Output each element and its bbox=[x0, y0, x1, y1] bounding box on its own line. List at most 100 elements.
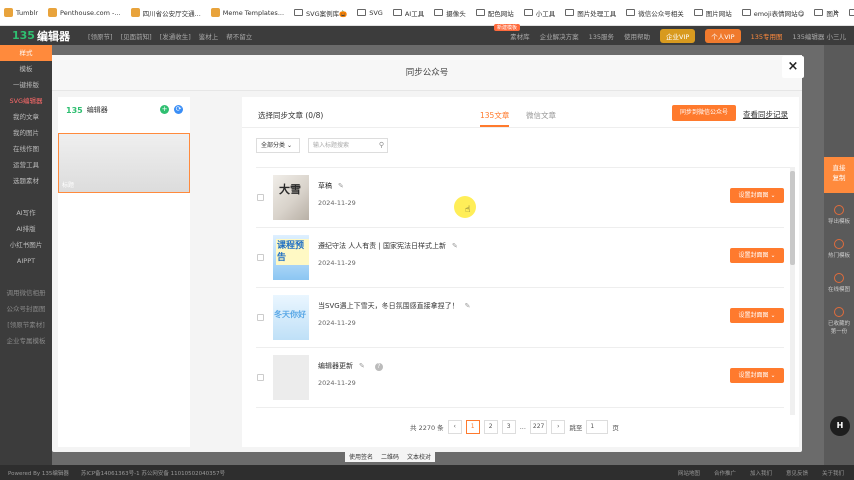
export-template-tool[interactable]: 导出模板 bbox=[824, 205, 854, 225]
help-icon[interactable]: ? bbox=[374, 363, 383, 371]
edit-icon[interactable]: ✎ bbox=[452, 242, 458, 250]
nav-item[interactable]: 一键排版 bbox=[0, 77, 52, 93]
icp-record[interactable]: 苏ICP备14061363号-1 苏公网安备 11010502040357号 bbox=[81, 469, 225, 477]
article-thumbnail: 大雪 bbox=[273, 175, 309, 220]
account-card[interactable]: 标题 bbox=[58, 133, 190, 193]
nav-item[interactable]: 公众号封面图 bbox=[0, 301, 52, 317]
nav-item[interactable]: 企业专属模板 bbox=[0, 333, 52, 349]
category-select[interactable]: 全部分类 ⌄ bbox=[256, 138, 300, 153]
user-name[interactable]: 135编辑器 小三儿 bbox=[793, 31, 846, 41]
top-link[interactable]: [领原节] bbox=[88, 31, 113, 41]
bookmark-item[interactable]: Penthouse.com -... bbox=[48, 8, 121, 17]
bookmark-item[interactable]: emoji表情网站😋 bbox=[741, 8, 804, 18]
favorites-tool[interactable]: 已收藏的 第一份 bbox=[824, 307, 854, 335]
top-link[interactable]: 帮不留立 bbox=[226, 31, 252, 41]
chevron-down-icon: ⌄ bbox=[286, 142, 292, 149]
bookmark-item[interactable]: 小工具 bbox=[523, 8, 555, 18]
signature-button[interactable]: 使用签名 bbox=[349, 452, 373, 461]
bookmark-item[interactable]: 四川省公安厅交通... bbox=[130, 8, 201, 18]
tab-135-articles[interactable]: 135文章 bbox=[480, 110, 510, 127]
personal-vip-button[interactable]: 个人VIP bbox=[705, 28, 741, 43]
special-image-link[interactable]: 135专用图 bbox=[751, 31, 783, 41]
services-link[interactable]: 135服务 bbox=[589, 31, 614, 41]
bookmark-item[interactable]: 图片网站 bbox=[693, 8, 732, 18]
help-link[interactable]: 使用帮助 bbox=[624, 31, 650, 41]
proofread-button[interactable]: 文本校对 bbox=[407, 452, 431, 461]
next-page-button[interactable]: › bbox=[551, 420, 566, 434]
nav-item[interactable]: 模板 bbox=[0, 61, 52, 77]
bookmark-item[interactable]: Meme Templates... bbox=[210, 8, 284, 17]
set-cover-button[interactable]: 设置封面图 ⌄ bbox=[730, 188, 784, 203]
bookmark-item[interactable]: 配色网站 bbox=[475, 8, 514, 18]
bookmark-item[interactable]: emoji bbox=[849, 9, 854, 17]
nav-item[interactable]: AI写作 bbox=[0, 205, 52, 221]
article-checkbox[interactable] bbox=[257, 314, 264, 321]
footer-link[interactable]: 网站地图 bbox=[678, 469, 700, 477]
top-link[interactable]: 鉴材上 bbox=[199, 31, 219, 41]
view-sync-records-link[interactable]: 查看同步记录 bbox=[743, 109, 788, 120]
tab-wechat-articles[interactable]: 微信文章 bbox=[526, 110, 556, 121]
nav-item[interactable]: 在线作图 bbox=[0, 141, 52, 157]
page-button[interactable]: 227 bbox=[529, 420, 548, 434]
prev-page-button[interactable]: ‹ bbox=[447, 420, 462, 434]
refresh-account-icon[interactable]: ⟳ bbox=[174, 105, 183, 114]
set-cover-button[interactable]: 设置封面图 ⌄ bbox=[730, 368, 784, 383]
bookmarks-more-button[interactable]: » bbox=[833, 7, 840, 18]
footer-link[interactable]: 加入我们 bbox=[750, 469, 772, 477]
enterprise-vip-button[interactable]: 企业VIP bbox=[660, 28, 696, 43]
close-modal-button[interactable]: × bbox=[782, 56, 804, 78]
page-button[interactable]: 2 bbox=[483, 420, 498, 434]
page-button[interactable]: 3 bbox=[501, 420, 516, 434]
edit-icon[interactable]: ✎ bbox=[359, 362, 365, 370]
footer-link[interactable]: 意见反馈 bbox=[786, 469, 808, 477]
bookmark-item[interactable]: SVG bbox=[357, 9, 383, 17]
footer-link[interactable]: 合作推广 bbox=[714, 469, 736, 477]
goto-page-input[interactable]: 1 bbox=[586, 420, 609, 434]
direct-copy-button[interactable]: 直接 复制 bbox=[824, 157, 854, 193]
edit-icon[interactable]: ✎ bbox=[338, 182, 344, 190]
footer-link[interactable]: 关于我们 bbox=[822, 469, 844, 477]
page-button[interactable]: 1 bbox=[465, 420, 480, 434]
floating-assistant-button[interactable]: H bbox=[830, 416, 850, 436]
article-checkbox[interactable] bbox=[257, 374, 264, 381]
top-link[interactable]: [见面前知] bbox=[121, 31, 152, 41]
set-cover-button[interactable]: 设置封面图 ⌄ bbox=[730, 248, 784, 263]
nav-item[interactable]: AIPPT bbox=[0, 253, 52, 269]
add-account-icon[interactable]: + bbox=[160, 105, 169, 114]
app-logo[interactable]: 135 编辑器 bbox=[0, 28, 82, 44]
article-checkbox[interactable] bbox=[257, 254, 264, 261]
online-image-tool[interactable]: 在线模图 bbox=[824, 273, 854, 293]
nav-item[interactable]: [领原节素材] bbox=[0, 317, 52, 333]
qrcode-button[interactable]: 二维码 bbox=[381, 452, 399, 461]
nav-item[interactable]: SVG编辑器 bbox=[0, 93, 52, 109]
nav-item[interactable]: 我的图片 bbox=[0, 125, 52, 141]
article-checkbox[interactable] bbox=[257, 194, 264, 201]
article-title: 遵纪守法 人人有责 | 国家宪法日样式上新 ✎ bbox=[318, 241, 458, 251]
top-link[interactable]: [发通收生] bbox=[160, 31, 191, 41]
bookmark-item[interactable]: 图片处理工具 bbox=[565, 8, 616, 18]
set-cover-button[interactable]: 设置封面图 ⌄ bbox=[730, 308, 784, 323]
bookmark-item[interactable]: AI工具 bbox=[392, 8, 424, 18]
list-scrollbar[interactable] bbox=[790, 167, 795, 415]
hot-template-tool[interactable]: 热门模板 bbox=[824, 239, 854, 259]
account-header: 135 编辑器 bbox=[58, 97, 190, 123]
nav-item[interactable]: 我的文章 bbox=[0, 109, 52, 125]
nav-item[interactable]: 样式 bbox=[0, 45, 52, 61]
edit-icon[interactable]: ✎ bbox=[465, 302, 471, 310]
title-search-input[interactable]: 输入标题搜索 ⚲ bbox=[308, 138, 388, 153]
nav-item[interactable]: AI排版 bbox=[0, 221, 52, 237]
nav-item[interactable]: 选题素材 bbox=[0, 173, 52, 189]
materials-link[interactable]: 素材库 bbox=[510, 31, 530, 41]
bookmark-item[interactable]: SVG案例库🎃 bbox=[294, 8, 347, 18]
solutions-link[interactable]: 企业解决方案 bbox=[540, 31, 579, 41]
nav-item[interactable]: 小红书图片 bbox=[0, 237, 52, 253]
page-ellipsis[interactable]: ... bbox=[520, 423, 526, 431]
bookmark-item[interactable]: 摄像头 bbox=[434, 8, 466, 18]
nav-item[interactable]: 调用微信相册 bbox=[0, 285, 52, 301]
sync-to-wechat-button[interactable]: 同步到微信公众号 bbox=[672, 105, 736, 121]
scrollbar-thumb[interactable] bbox=[790, 171, 795, 265]
bookmark-item[interactable]: Tumblr bbox=[4, 8, 38, 17]
search-icon[interactable]: ⚲ bbox=[379, 139, 384, 152]
bookmark-item[interactable]: 微信公众号相关 bbox=[626, 8, 684, 18]
nav-item[interactable]: 运营工具 bbox=[0, 157, 52, 173]
